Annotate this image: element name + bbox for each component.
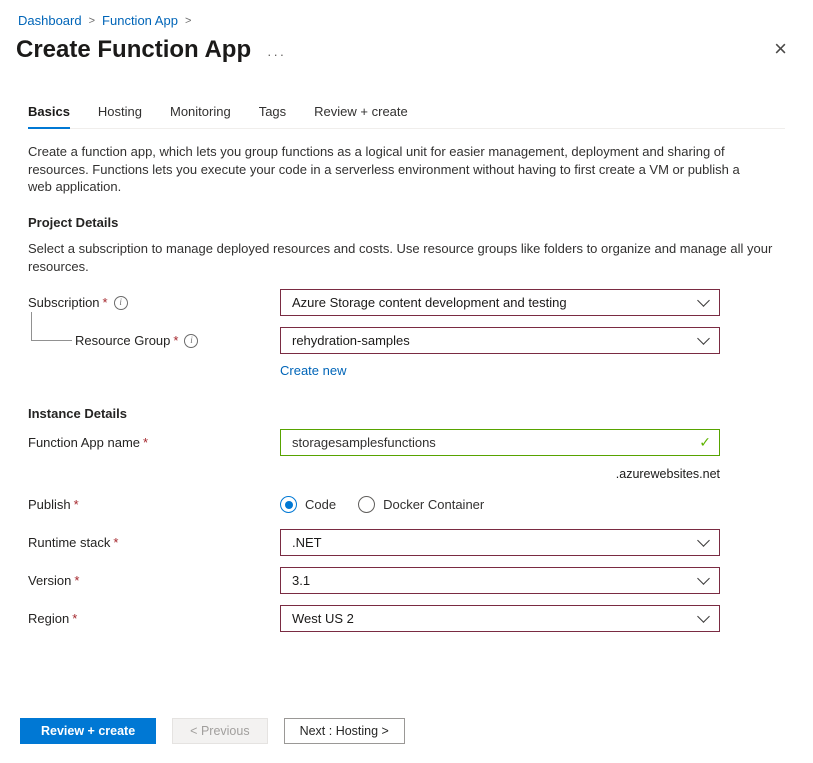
info-icon[interactable]: i bbox=[184, 334, 198, 348]
domain-suffix: .azurewebsites.net bbox=[280, 467, 720, 481]
close-icon: × bbox=[774, 36, 787, 61]
function-app-name-input[interactable] bbox=[280, 429, 720, 456]
subscription-label-text: Subscription bbox=[28, 295, 100, 310]
resource-group-row: Resource Group * i rehydration-samples bbox=[28, 327, 813, 354]
chevron-down-icon bbox=[697, 332, 710, 345]
version-value: 3.1 bbox=[292, 573, 310, 588]
section-heading-project-details: Project Details bbox=[28, 215, 785, 230]
chevron-down-icon bbox=[697, 610, 710, 623]
region-row: Region * West US 2 bbox=[28, 605, 813, 632]
runtime-stack-label-text: Runtime stack bbox=[28, 535, 110, 550]
page-title: Create Function App bbox=[16, 36, 251, 64]
chevron-down-icon bbox=[697, 534, 710, 547]
region-label: Region * bbox=[28, 611, 280, 626]
basics-form: Subscription * i Azure Storage content d… bbox=[28, 289, 813, 632]
required-asterisk: * bbox=[113, 535, 118, 550]
resource-group-label-text: Resource Group bbox=[75, 333, 170, 348]
required-asterisk: * bbox=[74, 573, 79, 588]
version-row: Version * 3.1 bbox=[28, 567, 813, 594]
subscription-dropdown[interactable]: Azure Storage content development and te… bbox=[280, 289, 720, 316]
valid-check-icon: ✓ bbox=[699, 434, 711, 451]
required-asterisk: * bbox=[72, 611, 77, 626]
tab-bar: Basics Hosting Monitoring Tags Review + … bbox=[28, 104, 785, 129]
runtime-stack-value: .NET bbox=[292, 535, 322, 550]
chevron-down-icon bbox=[697, 294, 710, 307]
publish-label-text: Publish bbox=[28, 497, 71, 512]
resource-group-dropdown[interactable]: rehydration-samples bbox=[280, 327, 720, 354]
subscription-value: Azure Storage content development and te… bbox=[292, 295, 567, 310]
previous-button[interactable]: < Previous bbox=[172, 718, 267, 744]
ellipsis-icon: ··· bbox=[267, 47, 286, 62]
tab-review-create[interactable]: Review + create bbox=[314, 104, 408, 128]
runtime-stack-row: Runtime stack * .NET bbox=[28, 529, 813, 556]
chevron-down-icon bbox=[697, 572, 710, 585]
create-new-row: Create new bbox=[280, 363, 813, 378]
tab-tags[interactable]: Tags bbox=[259, 104, 286, 128]
project-details-description: Select a subscription to manage deployed… bbox=[28, 240, 780, 275]
runtime-stack-dropdown[interactable]: .NET bbox=[280, 529, 720, 556]
close-button[interactable]: × bbox=[774, 38, 787, 60]
version-label-text: Version bbox=[28, 573, 71, 588]
required-asterisk: * bbox=[143, 435, 148, 450]
required-asterisk: * bbox=[173, 333, 178, 348]
tree-connector bbox=[31, 312, 72, 341]
subscription-row: Subscription * i Azure Storage content d… bbox=[28, 289, 813, 316]
region-label-text: Region bbox=[28, 611, 69, 626]
region-dropdown[interactable]: West US 2 bbox=[280, 605, 720, 632]
breadcrumb-separator: > bbox=[89, 15, 95, 27]
version-label: Version * bbox=[28, 573, 280, 588]
required-asterisk: * bbox=[74, 497, 79, 512]
breadcrumb: Dashboard > Function App > bbox=[0, 0, 813, 28]
radio-docker-label: Docker Container bbox=[383, 497, 484, 512]
required-asterisk: * bbox=[103, 295, 108, 310]
section-heading-instance-details: Instance Details bbox=[28, 406, 785, 421]
footer-action-bar: Review + create < Previous Next : Hostin… bbox=[20, 718, 405, 744]
page-header: Create Function App ··· × bbox=[0, 28, 813, 64]
publish-radio-group: Code Docker Container bbox=[280, 496, 720, 513]
function-app-name-row: Function App name * ✓ bbox=[28, 429, 813, 456]
radio-selected-icon bbox=[280, 496, 297, 513]
version-dropdown[interactable]: 3.1 bbox=[280, 567, 720, 594]
function-app-name-label: Function App name * bbox=[28, 435, 280, 450]
radio-unselected-icon bbox=[358, 496, 375, 513]
runtime-stack-label: Runtime stack * bbox=[28, 535, 280, 550]
more-menu-button[interactable]: ··· bbox=[267, 47, 286, 62]
radio-code-label: Code bbox=[305, 497, 336, 512]
subscription-label: Subscription * i bbox=[28, 295, 280, 310]
tab-hosting[interactable]: Hosting bbox=[98, 104, 142, 128]
breadcrumb-separator: > bbox=[185, 15, 191, 27]
publish-label: Publish * bbox=[28, 497, 280, 512]
resource-group-value: rehydration-samples bbox=[292, 333, 410, 348]
radio-code[interactable]: Code bbox=[280, 496, 336, 513]
create-new-link[interactable]: Create new bbox=[280, 363, 346, 378]
region-value: West US 2 bbox=[292, 611, 354, 626]
next-hosting-button[interactable]: Next : Hosting > bbox=[284, 718, 405, 744]
breadcrumb-link-function-app[interactable]: Function App bbox=[102, 13, 178, 28]
function-app-name-label-text: Function App name bbox=[28, 435, 140, 450]
breadcrumb-link-dashboard[interactable]: Dashboard bbox=[18, 13, 82, 28]
tab-basics[interactable]: Basics bbox=[28, 104, 70, 129]
tab-monitoring[interactable]: Monitoring bbox=[170, 104, 231, 128]
intro-text: Create a function app, which lets you gr… bbox=[28, 143, 740, 196]
review-create-button[interactable]: Review + create bbox=[20, 718, 156, 744]
info-icon[interactable]: i bbox=[114, 296, 128, 310]
publish-row: Publish * Code Docker Container bbox=[28, 496, 813, 513]
radio-docker-container[interactable]: Docker Container bbox=[358, 496, 484, 513]
